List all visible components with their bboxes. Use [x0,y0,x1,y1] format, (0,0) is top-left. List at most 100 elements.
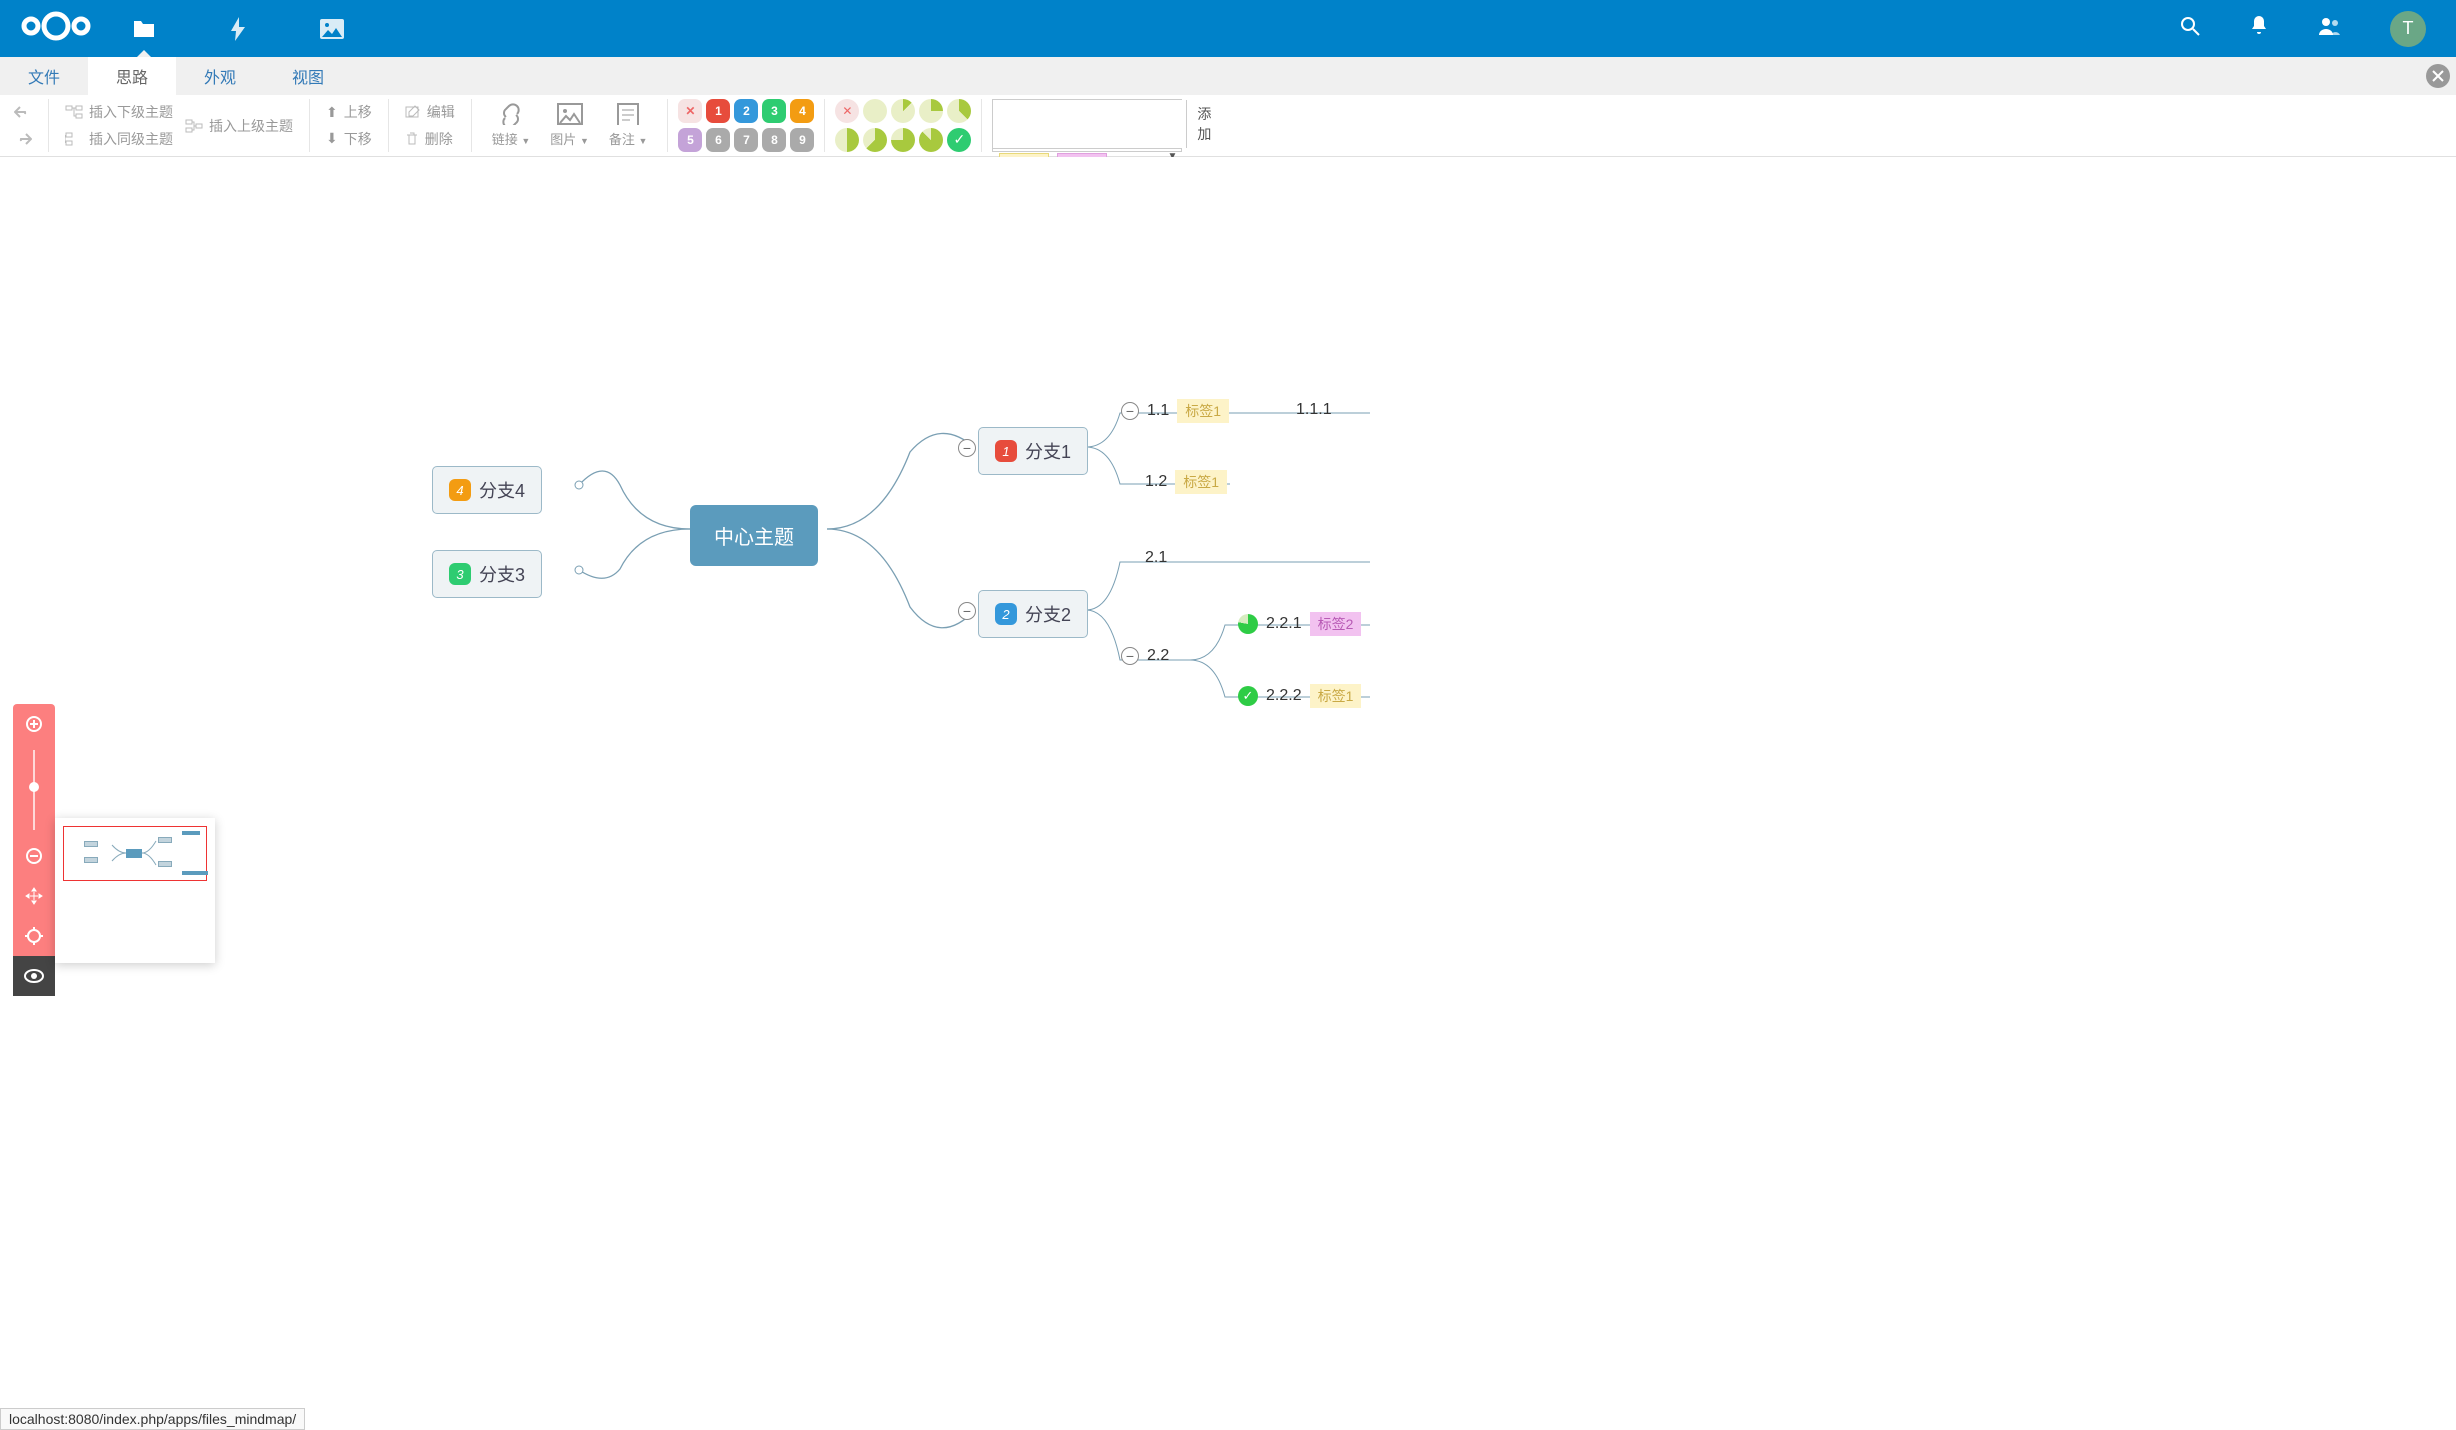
priority-4-icon: 4 [449,479,471,501]
progress-62-button[interactable] [863,128,887,152]
ribbon-toolbar: 插入下级主题 插入同级主题 插入上级主题 ⬆上移 ⬇下移 编辑 删除 链接 ▼ … [0,95,2456,157]
header-right: T [2180,11,2446,47]
avatar-letter: T [2403,18,2414,39]
tag-label: 标签1 [1177,399,1229,423]
priority-clear-button[interactable]: ✕ [678,99,702,123]
mindmap-canvas[interactable]: 中心主题 4 分支4 3 分支3 1 分支1 − 2 分支2 − − 1.1 标… [0,157,2456,1430]
redo-button[interactable] [8,129,38,149]
progress-0-button[interactable] [863,99,887,123]
priority-2-icon: 2 [995,603,1017,625]
node-2-1[interactable]: 2.1 [1145,549,1167,567]
collapse-toggle[interactable]: − [958,439,976,457]
insert-sibling-button[interactable]: 插入同级主题 [59,126,179,152]
collapse-toggle[interactable]: − [1121,402,1139,420]
image-button[interactable]: 图片 ▼ [540,99,599,152]
tag-input[interactable] [993,100,1186,148]
image-icon [557,103,583,125]
node-1-1[interactable]: − 1.1 标签1 [1121,399,1229,423]
node-branch2[interactable]: 2 分支2 [978,590,1088,638]
priority-5-button[interactable]: 5 [678,128,702,152]
progress-50-button[interactable] [835,128,859,152]
priority-4-button[interactable]: 4 [790,99,814,123]
close-icon[interactable] [2426,64,2450,88]
priority-1-button[interactable]: 1 [706,99,730,123]
progress-100-icon: ✓ [1238,686,1258,706]
tag-label: 标签2 [1310,612,1362,636]
note-button[interactable]: 备注 ▼ [599,99,658,152]
minimap-viewport[interactable] [63,826,207,881]
priority-6-button[interactable]: 6 [706,128,730,152]
undo-button[interactable] [8,102,38,122]
priority-1-icon: 1 [995,440,1017,462]
edit-button[interactable]: 编辑 [399,99,461,125]
search-icon[interactable] [2180,16,2200,41]
gallery-icon[interactable] [320,17,344,41]
collapse-toggle[interactable]: − [1121,647,1139,665]
note-icon [616,103,640,125]
tag-add-button[interactable]: 添加 [1186,100,1221,148]
insert-parent-button[interactable]: 插入上级主题 [179,113,299,139]
arrow-up-icon: ⬆ [326,104,338,121]
node-2-2[interactable]: − 2.2 [1121,647,1169,665]
chevron-down-icon: ▼ [580,136,589,146]
notifications-icon[interactable] [2250,16,2268,41]
priority-7-button[interactable]: 7 [734,128,758,152]
move-up-button[interactable]: ⬆上移 [320,99,378,125]
app-header: T [0,0,2456,57]
node-root[interactable]: 中心主题 [690,505,818,566]
tab-appearance[interactable]: 外观 [176,57,264,95]
node-branch4[interactable]: 4 分支4 [432,466,542,514]
progress-75-button[interactable] [891,128,915,152]
node-branch3[interactable]: 3 分支3 [432,550,542,598]
insert-child-button[interactable]: 插入下级主题 [59,99,179,125]
tab-mind[interactable]: 思路 [88,57,176,95]
chevron-down-icon: ▼ [521,136,530,146]
progress-37-button[interactable] [947,99,971,123]
progress-87-button[interactable] [919,128,943,152]
progress-row-1: ✕ [835,99,971,123]
avatar[interactable]: T [2390,11,2426,47]
progress-25-button[interactable] [919,99,943,123]
zoom-in-button[interactable] [13,704,55,744]
nextcloud-logo-icon[interactable] [20,9,92,48]
navigator-panel [13,704,55,996]
progress-12-button[interactable] [891,99,915,123]
priority-2-button[interactable]: 2 [734,99,758,123]
arrow-down-icon: ⬇ [326,130,338,147]
priority-row-1: ✕ 1 2 3 4 [678,99,814,123]
progress-75-icon [1238,614,1258,634]
status-bar: localhost:8080/index.php/apps/files_mind… [0,1408,305,1430]
priority-3-button[interactable]: 3 [762,99,786,123]
header-nav [132,17,344,41]
node-2-2-1[interactable]: 2.2.1 标签2 [1238,612,1361,636]
delete-button[interactable]: 删除 [399,126,461,152]
contacts-icon[interactable] [2318,17,2340,40]
locate-button[interactable] [13,916,55,956]
node-1-1-1[interactable]: 1.1.1 [1296,401,1332,419]
node-2-2-2[interactable]: ✓ 2.2.2 标签1 [1238,684,1361,708]
zoom-slider[interactable] [13,744,55,836]
move-down-button[interactable]: ⬇下移 [320,126,378,152]
link-button[interactable]: 链接 ▼ [482,99,541,152]
collapse-toggle[interactable]: − [958,602,976,620]
minimap[interactable] [55,818,215,963]
tab-view[interactable]: 视图 [264,57,352,95]
priority-3-icon: 3 [449,563,471,585]
priority-9-button[interactable]: 9 [790,128,814,152]
tab-file[interactable]: 文件 [0,57,88,95]
preview-toggle-button[interactable] [13,956,55,996]
priority-row-2: 5 6 7 8 9 [678,128,814,152]
node-branch1[interactable]: 1 分支1 [978,427,1088,475]
progress-clear-button[interactable]: ✕ [835,99,859,123]
zoom-out-button[interactable] [13,836,55,876]
tag-label: 标签1 [1175,470,1227,494]
move-button[interactable] [13,876,55,916]
progress-row-2: ✓ [835,128,971,152]
chevron-down-icon: ▼ [639,136,648,146]
files-icon[interactable] [132,17,156,41]
activity-icon[interactable] [226,17,250,41]
progress-100-button[interactable]: ✓ [947,128,971,152]
link-icon [498,103,524,125]
node-1-2[interactable]: 1.2 标签1 [1145,470,1227,494]
priority-8-button[interactable]: 8 [762,128,786,152]
